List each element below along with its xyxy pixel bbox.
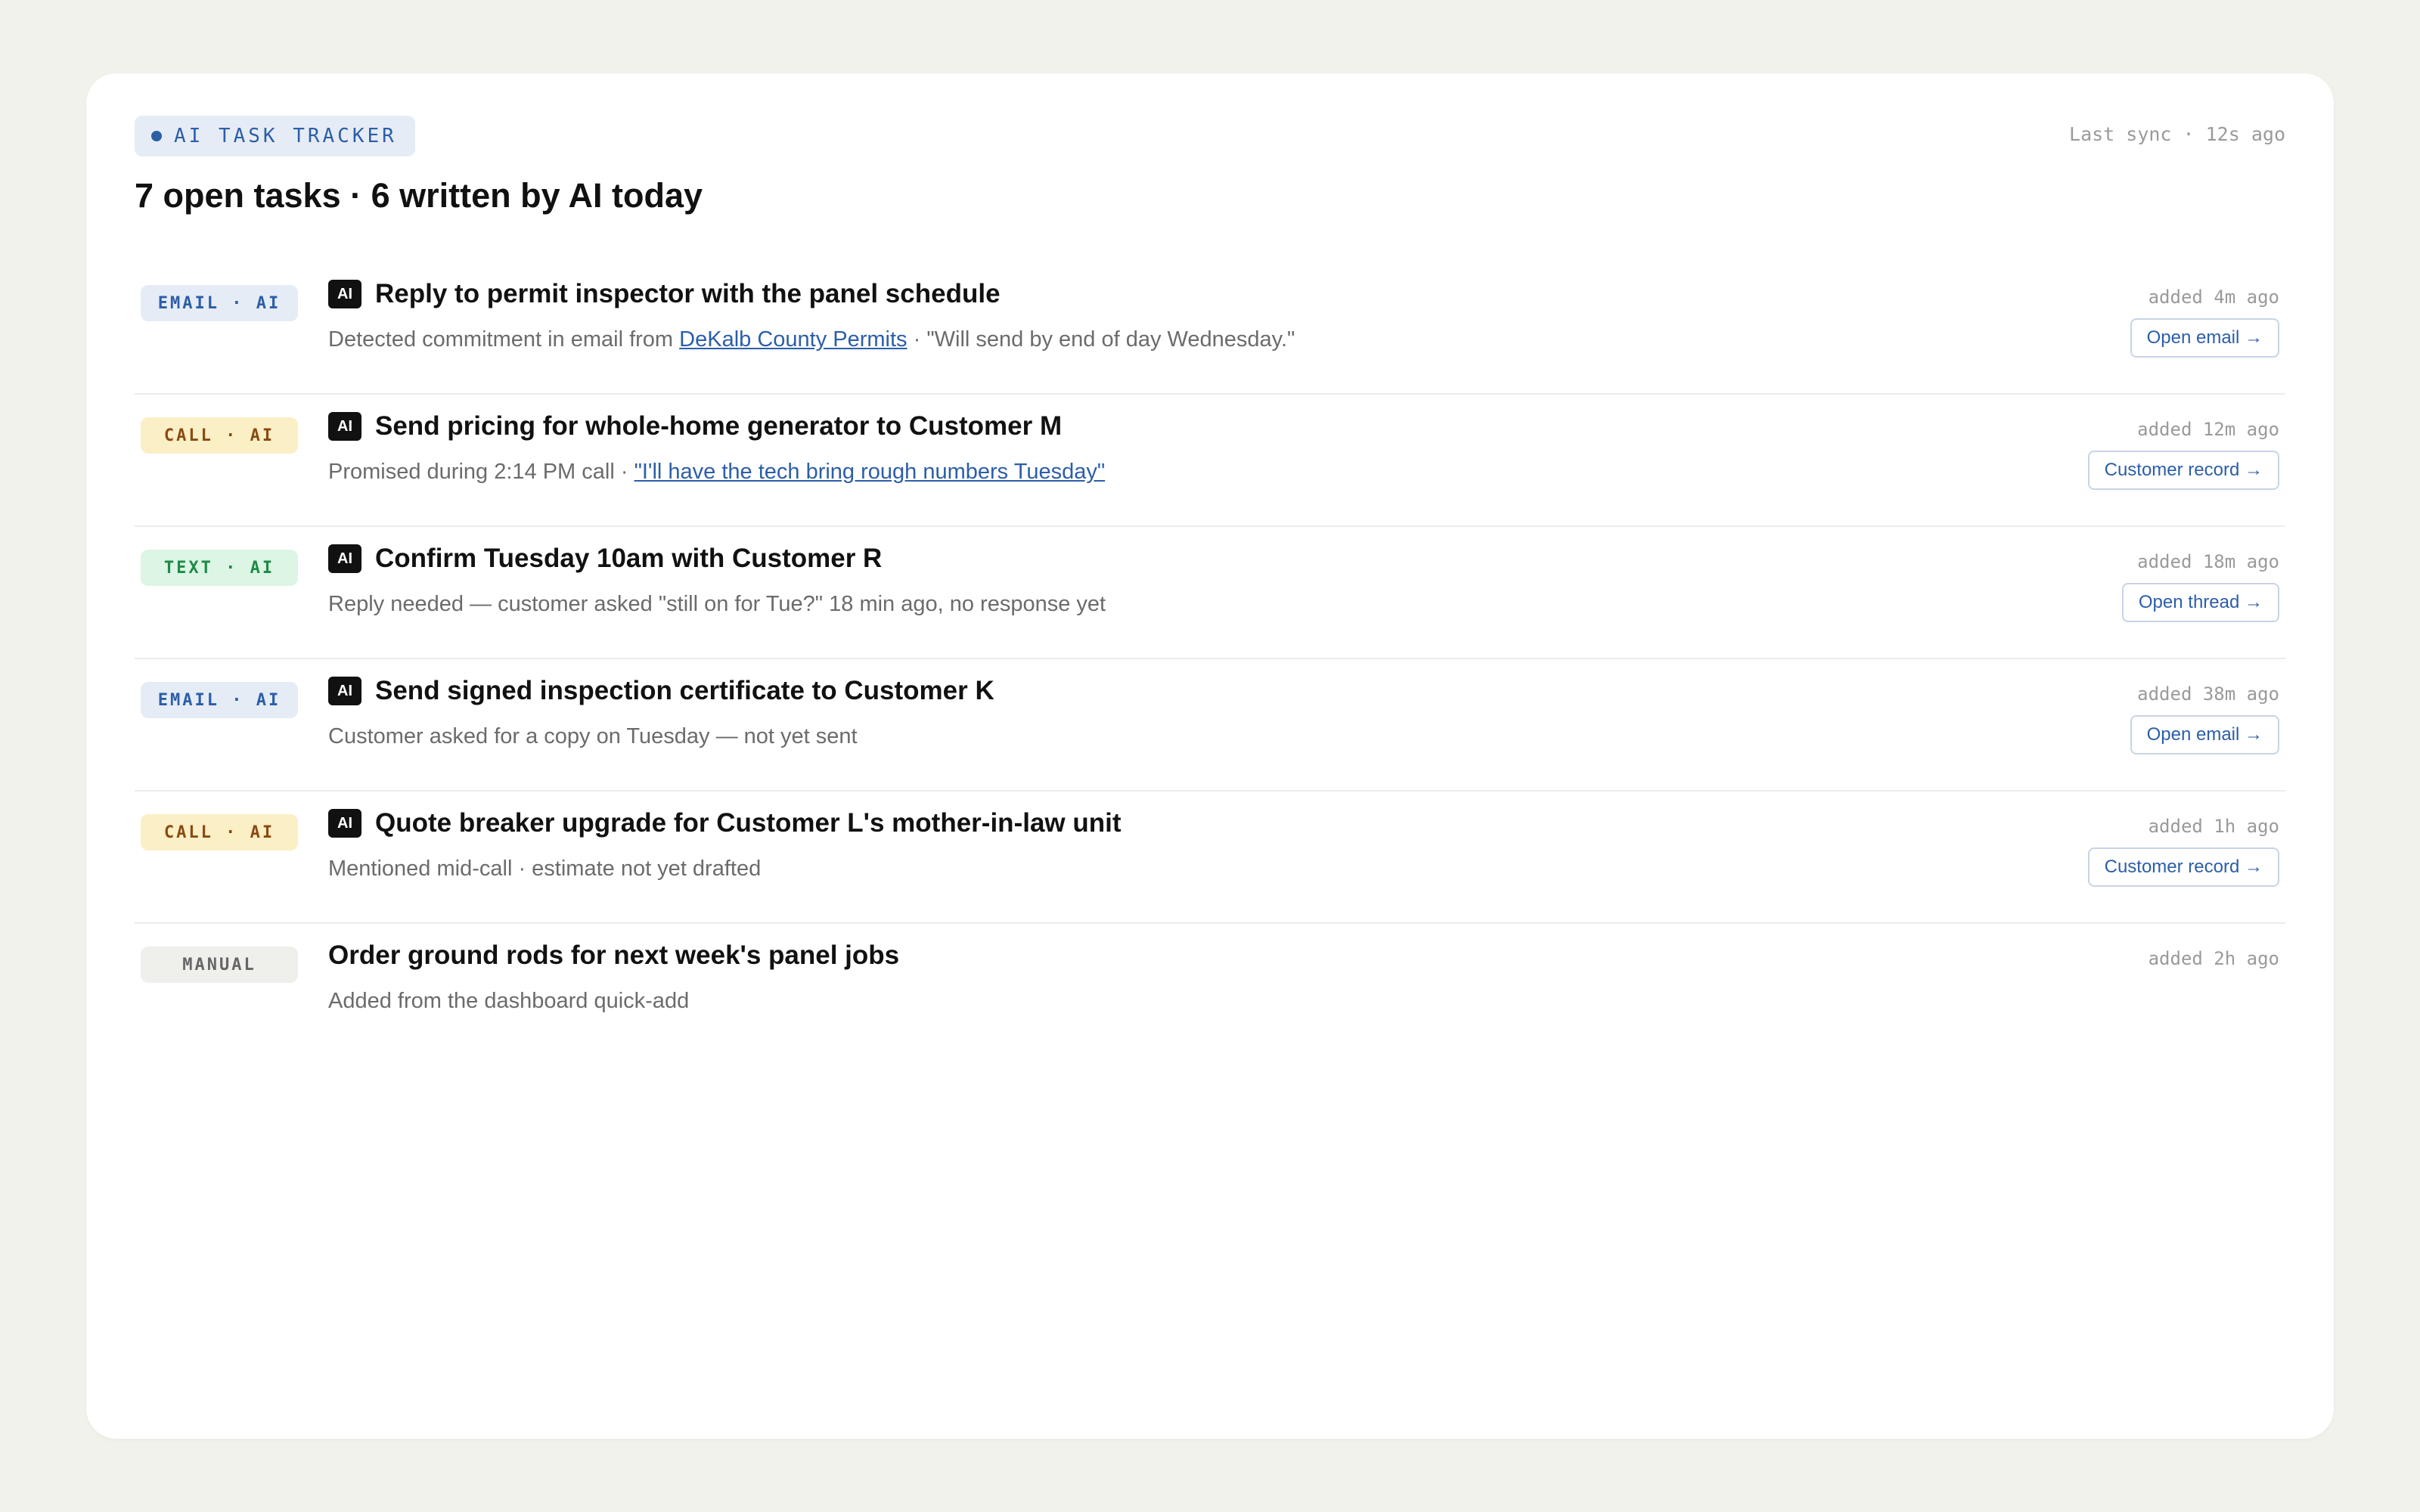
task-description: Reply needed — customer asked "still on … bbox=[328, 592, 1106, 616]
task-title[interactable]: Order ground rods for next week's panel … bbox=[328, 940, 899, 971]
task-title-row: AI Send pricing for whole-home generator… bbox=[328, 411, 1062, 442]
tracker-tag: AI TASK TRACKER bbox=[135, 116, 415, 156]
open-thread-button[interactable]: Open thread → bbox=[2121, 583, 2279, 622]
task-row[interactable]: TEXT · AI AI Confirm Tuesday 10am with C… bbox=[135, 527, 2285, 659]
tracker-tag-label: AI TASK TRACKER bbox=[174, 125, 397, 147]
task-list: EMAIL · AI AI Reply to permit inspector … bbox=[135, 262, 2285, 1055]
added-time: added 18m ago bbox=[2137, 551, 2279, 572]
description-text: Detected commitment in email from bbox=[328, 327, 680, 352]
ai-badge: AI bbox=[328, 677, 361, 705]
task-title[interactable]: Reply to permit inspector with the panel… bbox=[375, 279, 1001, 309]
added-time: added 12m ago bbox=[2137, 419, 2279, 440]
task-row[interactable]: EMAIL · AI AI Send signed inspection cer… bbox=[135, 659, 2285, 792]
task-row[interactable]: CALL · AI AI Send pricing for whole-home… bbox=[135, 395, 2285, 527]
task-row[interactable]: CALL · AI AI Quote breaker upgrade for C… bbox=[135, 792, 2285, 924]
source-badge: CALL · AI bbox=[141, 417, 298, 454]
task-row[interactable]: EMAIL · AI AI Reply to permit inspector … bbox=[135, 262, 2285, 395]
call-quote-link[interactable]: "I'll have the tech bring rough numbers … bbox=[634, 460, 1106, 484]
ai-badge: AI bbox=[328, 280, 361, 308]
customer-record-button[interactable]: Customer record → bbox=[2087, 847, 2279, 887]
task-tracker-card: AI TASK TRACKER Last sync · 12s ago 7 op… bbox=[86, 73, 2334, 1439]
source-badge: TEXT · AI bbox=[141, 550, 298, 586]
ai-badge: AI bbox=[328, 412, 361, 441]
added-time: added 38m ago bbox=[2137, 683, 2279, 705]
task-description: Mentioned mid-call · estimate not yet dr… bbox=[328, 857, 762, 881]
task-title[interactable]: Send signed inspection certificate to Cu… bbox=[375, 676, 994, 706]
source-badge: CALL · AI bbox=[141, 814, 298, 850]
ai-badge: AI bbox=[328, 809, 361, 838]
sender-link[interactable]: DeKalb County Permits bbox=[679, 327, 907, 352]
task-description: Added from the dashboard quick-add bbox=[328, 989, 690, 1013]
ai-badge: AI bbox=[328, 544, 361, 573]
source-badge: EMAIL · AI bbox=[141, 682, 298, 718]
status-dot-icon bbox=[151, 131, 162, 141]
open-email-button[interactable]: Open email → bbox=[2130, 715, 2279, 754]
added-time: added 2h ago bbox=[2148, 948, 2279, 969]
task-description: Promised during 2:14 PM call · "I'll hav… bbox=[328, 460, 1105, 485]
added-time: added 1h ago bbox=[2148, 816, 2279, 837]
source-badge: EMAIL · AI bbox=[141, 285, 298, 321]
task-title[interactable]: Quote breaker upgrade for Customer L's m… bbox=[375, 808, 1122, 838]
description-quote: · "Will send by end of day Wednesday." bbox=[907, 327, 1295, 352]
open-email-button[interactable]: Open email → bbox=[2130, 318, 2279, 358]
description-text: Promised during 2:14 PM call · bbox=[328, 460, 634, 484]
task-title[interactable]: Send pricing for whole-home generator to… bbox=[375, 411, 1062, 442]
last-sync-text: Last sync · 12s ago bbox=[2069, 123, 2285, 145]
task-title-row: Order ground rods for next week's panel … bbox=[328, 940, 899, 971]
task-title[interactable]: Confirm Tuesday 10am with Customer R bbox=[375, 544, 882, 574]
task-row[interactable]: MANUAL Order ground rods for next week's… bbox=[135, 924, 2285, 1055]
source-badge: MANUAL bbox=[141, 947, 298, 983]
added-time: added 4m ago bbox=[2148, 287, 2279, 308]
task-title-row: AI Send signed inspection certificate to… bbox=[328, 676, 994, 706]
task-description: Detected commitment in email from DeKalb… bbox=[328, 327, 1295, 352]
task-title-row: AI Reply to permit inspector with the pa… bbox=[328, 279, 1001, 309]
page-title: 7 open tasks · 6 written by AI today bbox=[135, 176, 703, 215]
task-title-row: AI Quote breaker upgrade for Customer L'… bbox=[328, 808, 1122, 838]
customer-record-button[interactable]: Customer record → bbox=[2087, 451, 2279, 490]
task-title-row: AI Confirm Tuesday 10am with Customer R bbox=[328, 544, 882, 574]
task-description: Customer asked for a copy on Tuesday — n… bbox=[328, 724, 858, 748]
